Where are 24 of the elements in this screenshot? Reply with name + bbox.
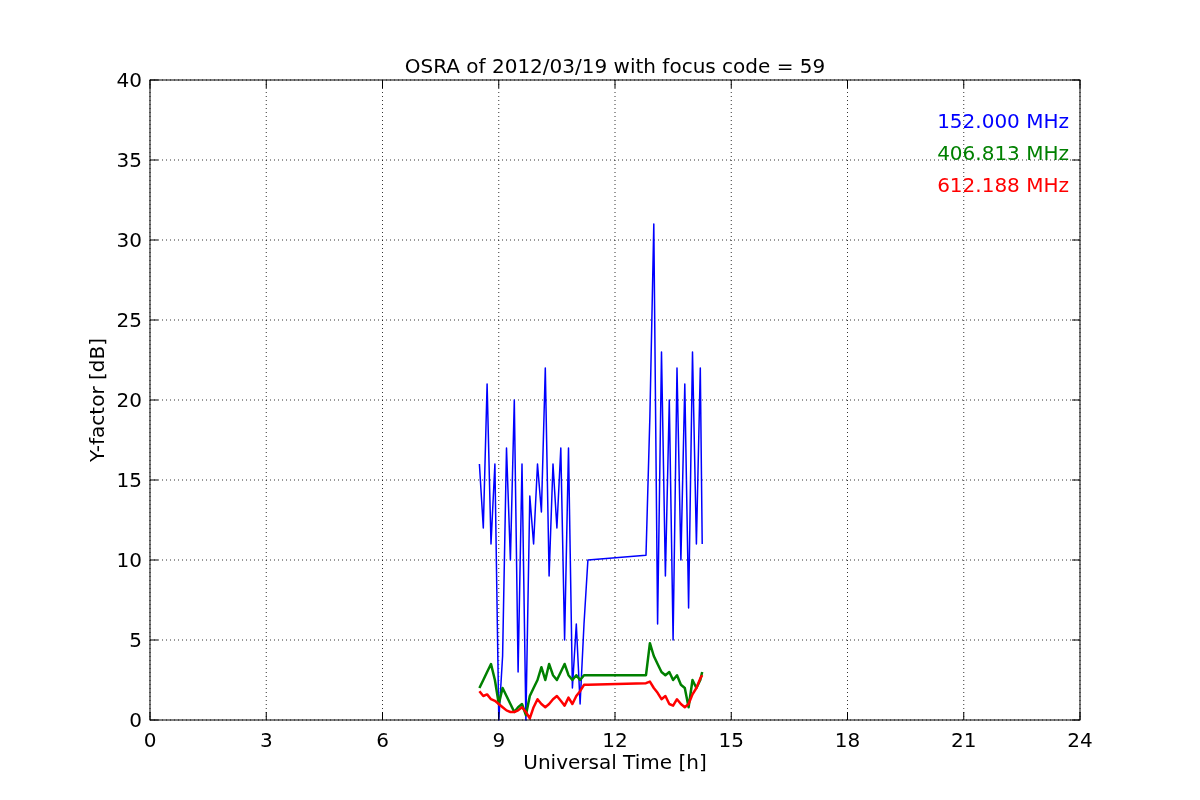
chart-title: OSRA of 2012/03/19 with focus code = 59 xyxy=(404,54,826,78)
y-tick-label: 40 xyxy=(116,68,142,92)
x-tick-label: 21 xyxy=(951,728,977,752)
y-axis-label: Y-factor [dB] xyxy=(85,338,109,462)
x-tick-label: 18 xyxy=(834,728,861,752)
y-tick-label: 15 xyxy=(116,468,142,492)
legend-entry: 406.813 MHz xyxy=(937,141,1069,165)
y-tick-label: 20 xyxy=(116,388,142,412)
y-tick-label: 10 xyxy=(116,548,142,572)
y-tick-label: 30 xyxy=(116,228,142,252)
y-tick-label: 0 xyxy=(129,708,142,732)
y-tick-label: 35 xyxy=(116,148,142,172)
x-tick-label: 3 xyxy=(259,728,273,752)
legend-entry: 612.188 MHz xyxy=(937,173,1069,197)
x-tick-label: 15 xyxy=(718,728,744,752)
x-tick-label: 6 xyxy=(376,728,389,752)
x-tick-label: 12 xyxy=(602,728,628,752)
x-tick-label: 24 xyxy=(1067,728,1093,752)
x-axis-label: Universal Time [h] xyxy=(523,750,707,774)
y-tick-label: 5 xyxy=(129,628,142,652)
y-tick-label: 25 xyxy=(116,308,142,332)
legend-entry: 152.000 MHz xyxy=(937,109,1069,133)
x-tick-label: 9 xyxy=(492,728,506,752)
x-tick-label: 0 xyxy=(143,728,157,752)
